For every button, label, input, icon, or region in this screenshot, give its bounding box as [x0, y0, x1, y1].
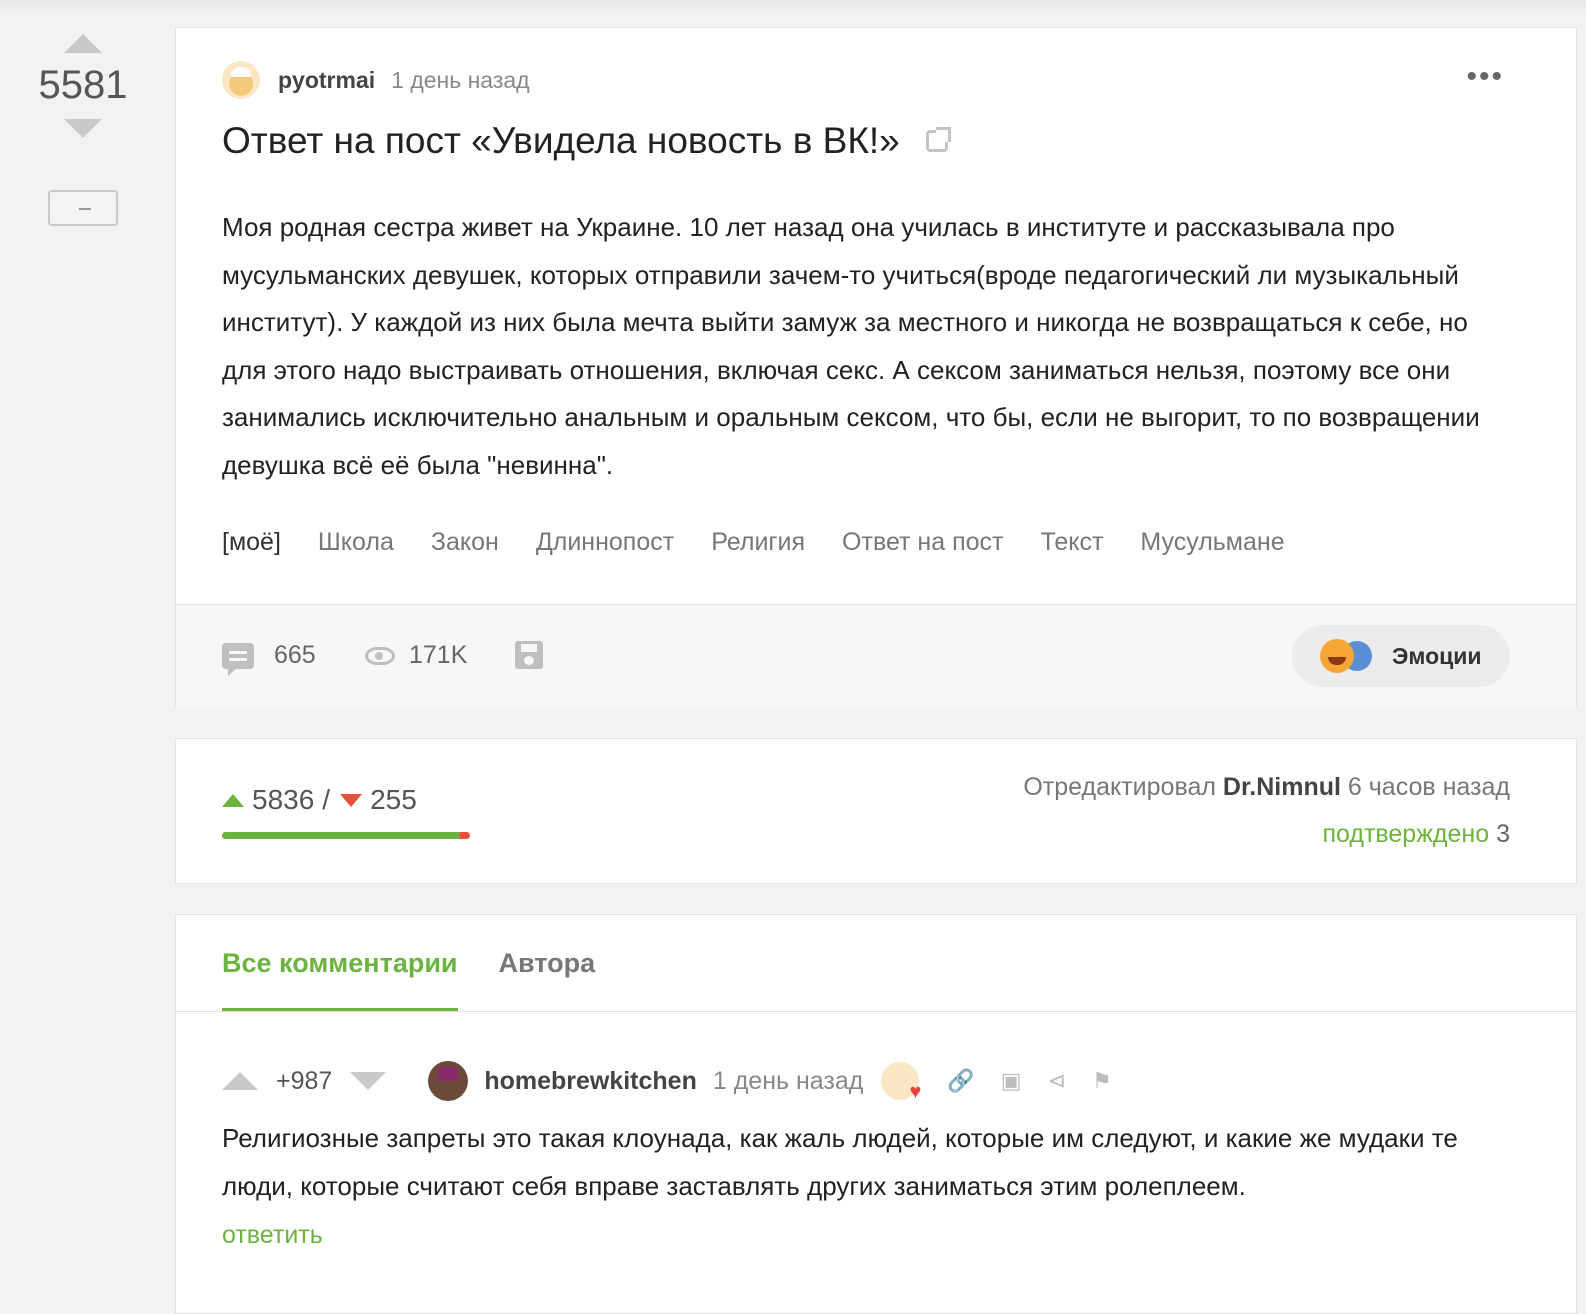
- tag[interactable]: [моё]: [222, 528, 281, 557]
- downvote-arrow-icon[interactable]: [64, 119, 102, 138]
- rating-card: 5836 / 255 Отредактировал Dr.Nimnul 6 ча…: [175, 738, 1577, 884]
- confirmed-count: 3: [1496, 820, 1510, 848]
- comments-count: 665: [274, 641, 316, 669]
- views-count: 171K: [409, 641, 468, 669]
- post-title[interactable]: Ответ на пост «Увидела новость в ВК!»: [222, 120, 900, 162]
- comment-author-avatar[interactable]: [428, 1061, 469, 1101]
- post-title-row: Ответ на пост «Увидела новость в ВК!»: [222, 120, 951, 162]
- edited-time: 6 часов назад: [1347, 773, 1510, 801]
- downvotes-count: 255: [370, 784, 417, 815]
- comment-text: Религиозные запреты это такая клоунада, …: [222, 1123, 1458, 1201]
- tag[interactable]: Школа: [318, 528, 394, 557]
- comments-tabs: Все комментарии Автора: [222, 915, 636, 1012]
- tag[interactable]: Мусульмане: [1140, 528, 1284, 557]
- post-footer: 665 171K Эмоции: [176, 604, 1576, 708]
- collapse-post-button[interactable]: [48, 190, 118, 226]
- editor-name[interactable]: Dr.Nimnul: [1223, 773, 1341, 801]
- save-icon[interactable]: ▣: [1001, 1068, 1022, 1094]
- tag[interactable]: Ответ на пост: [842, 528, 1003, 557]
- confirmed-info[interactable]: подтверждено 3: [1322, 820, 1510, 849]
- post-rating-rail: 5581: [28, 30, 138, 226]
- post-time[interactable]: 1 день назад: [391, 67, 529, 94]
- save-stat[interactable]: [515, 641, 543, 669]
- comment-score: +987: [276, 1066, 333, 1095]
- comment-upvote-icon[interactable]: [222, 1072, 258, 1090]
- external-link-icon[interactable]: [925, 127, 951, 152]
- minus-icon: [79, 208, 91, 210]
- comment-author[interactable]: homebrewkitchen: [484, 1067, 697, 1096]
- comments-card: Все комментарии Автора +987 homebrewkitc…: [175, 914, 1577, 1314]
- tag[interactable]: Закон: [431, 528, 499, 557]
- link-icon[interactable]: 🔗: [947, 1068, 974, 1094]
- tab-author-comments[interactable]: Автора: [499, 915, 596, 1011]
- comment-icon: [222, 642, 254, 676]
- flag-icon[interactable]: ⚑: [1092, 1068, 1112, 1094]
- eye-icon: [365, 646, 395, 665]
- vote-separator: /: [322, 784, 331, 815]
- reply-button[interactable]: ответить: [222, 1221, 323, 1250]
- laughing-face-icon: [1320, 639, 1354, 673]
- more-dots-icon[interactable]: •••: [1466, 62, 1504, 92]
- views-stat: 171K: [365, 641, 467, 670]
- post-tags: [моё] Школа Закон Длиннопост Религия Отв…: [222, 528, 1322, 557]
- tag[interactable]: Длиннопост: [536, 528, 674, 557]
- comments-stat[interactable]: 665: [222, 641, 316, 676]
- tag[interactable]: Текст: [1040, 528, 1103, 557]
- share-icon[interactable]: ⊲: [1048, 1068, 1066, 1094]
- upvotes-count: 5836: [252, 784, 315, 815]
- comment-header: +987 homebrewkitchen 1 день назад 🔗 ▣ ⊲ …: [222, 1061, 1112, 1104]
- tag[interactable]: Религия: [711, 528, 805, 557]
- emotions-button[interactable]: Эмоции: [1292, 625, 1510, 687]
- save-icon[interactable]: [515, 641, 543, 669]
- tab-all-comments[interactable]: Все комментарии: [222, 915, 458, 1012]
- post-rating-score: 5581: [38, 63, 128, 107]
- downvote-triangle-icon: [340, 793, 363, 807]
- confirmed-label: подтверждено: [1322, 820, 1490, 848]
- edited-prefix: Отредактировал: [1023, 773, 1216, 801]
- post-header: pyotrmai 1 день назад: [222, 60, 530, 100]
- post-body: Моя родная сестра живет на Украине. 10 л…: [222, 212, 1480, 480]
- upvote-arrow-icon[interactable]: [64, 34, 102, 53]
- vote-counts: 5836 / 255: [222, 784, 417, 816]
- post-author[interactable]: pyotrmai: [278, 67, 375, 94]
- rating-bar: [222, 832, 470, 839]
- edited-info: Отредактировал Dr.Nimnul 6 часов назад: [1023, 773, 1510, 802]
- post-card: pyotrmai 1 день назад ••• Ответ на пост …: [175, 27, 1577, 708]
- comment-downvote-icon[interactable]: [350, 1072, 387, 1090]
- comment-time[interactable]: 1 день назад: [713, 1067, 864, 1096]
- top-shadow: [0, 0, 1586, 14]
- author-badge-icon: [881, 1062, 921, 1104]
- rating-bar-fill: [222, 832, 460, 839]
- author-avatar[interactable]: [222, 61, 260, 99]
- tabs-divider: [176, 1011, 1576, 1012]
- upvote-triangle-icon: [222, 793, 244, 807]
- emotions-label: Эмоции: [1392, 642, 1482, 669]
